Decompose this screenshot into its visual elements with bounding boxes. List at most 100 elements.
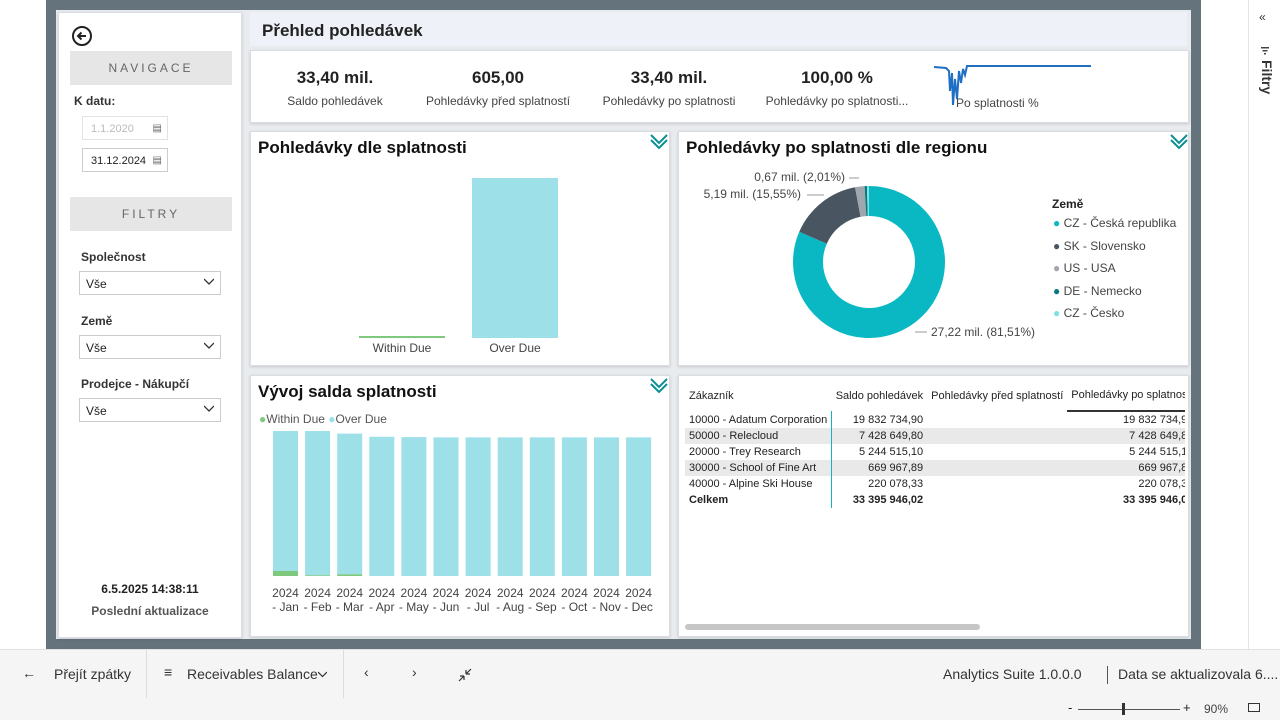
legend-item[interactable]: ● CZ - Česko — [1053, 306, 1188, 329]
chevron-down-icon[interactable] — [318, 671, 327, 678]
legend-label: DE - Nemecko — [1063, 283, 1142, 298]
table-row[interactable]: 20000 - Trey Research 5 244 515,10 5 244 5… — [685, 444, 1185, 460]
column-header[interactable]: Pohledávky po splatnos — [1067, 380, 1185, 412]
bar-over-due[interactable] — [401, 437, 427, 576]
table-row[interactable]: 40000 - Alpine Ski House 220 078,33 220 07… — [685, 476, 1185, 492]
zoom-in-button[interactable]: + — [1183, 700, 1191, 715]
table-row[interactable]: 50000 - Relecloud 7 428 649,80 7 428 649,8 — [685, 428, 1185, 444]
drill-down-icon[interactable] — [1170, 134, 1188, 150]
company-dropdown[interactable]: Vše — [79, 271, 221, 295]
legend-title: Země — [1052, 197, 1084, 211]
bar-over-due[interactable] — [433, 437, 459, 576]
customer-table: Zákazník Saldo pohledávek Pohledávky před … — [685, 380, 1185, 508]
filters-pane-collapsed[interactable]: « Filtry — [1248, 0, 1280, 649]
zoom-level: 90% — [1204, 702, 1229, 716]
chevron-down-icon — [204, 342, 214, 349]
legend-item[interactable]: ● CZ - Česká republika — [1053, 216, 1188, 239]
legend-label: US - USA — [1063, 261, 1116, 275]
calendar-icon[interactable]: ▤ — [153, 117, 162, 141]
balance-trend-chart[interactable]: 2024- Jan2024- Feb2024- Mar2024- Apr2024… — [251, 431, 669, 636]
expand-icon[interactable]: « — [1259, 10, 1266, 24]
bar-over-due[interactable] — [337, 433, 363, 575]
zoom-slider-handle[interactable] — [1122, 703, 1125, 715]
back-arrow-icon[interactable] — [71, 25, 93, 47]
seller-label: Prodejce - Nákupčí — [81, 377, 190, 391]
bar-1[interactable] — [472, 178, 558, 338]
chevron-down-icon — [204, 405, 214, 412]
legend-item[interactable]: ● SK - Slovensko — [1053, 239, 1188, 262]
seller-dropdown[interactable]: Vše — [79, 398, 221, 422]
zoom-slider[interactable] — [1078, 709, 1180, 710]
drill-down-icon[interactable] — [650, 378, 668, 394]
legend-within: Within Due — [266, 412, 325, 426]
customer-table-card: Zákazník Saldo pohledávek Pohledávky před … — [678, 375, 1189, 637]
table-row[interactable]: 30000 - School of Fine Art 669 967,89 669 … — [685, 460, 1185, 476]
kpi-value: 605,00 — [472, 68, 524, 87]
chart-title: Pohledávky po splatnosti dle regionu — [686, 138, 988, 157]
region-chart-card: Pohledávky po splatnosti dle regionu 27,… — [678, 131, 1189, 366]
x-tick-label: - May — [399, 600, 429, 614]
x-tick-label: - Oct — [561, 600, 588, 614]
bar-within-due[interactable] — [337, 574, 363, 576]
filters-header: FILTRY — [70, 197, 232, 231]
table-row[interactable]: 10000 - Adatum Corporation 19 832 734,90 1… — [685, 411, 1185, 428]
trend-legend: ●Within Due ●Over Due — [259, 412, 387, 426]
bar-0[interactable] — [359, 336, 445, 338]
status-bar: - + 90% — [0, 698, 1280, 720]
bottom-action-bar: ← Přejít zpátky ≡ Receivables Balance ‹ … — [0, 649, 1280, 699]
x-tick-label: 2024 — [433, 586, 460, 600]
region-donut-chart[interactable]: 27,22 mil. (81,51%) 5,19 mil. (15,55%) 0,6… — [679, 162, 1049, 362]
table-cell: 50000 - Relecloud — [685, 428, 833, 444]
country-dropdown[interactable]: Vše — [79, 335, 221, 359]
bar-over-due[interactable] — [594, 437, 619, 576]
date-to-input[interactable]: 31.12.2024 ▤ — [82, 148, 168, 172]
back-arrow-icon[interactable]: ← — [22, 665, 36, 681]
bar-over-due[interactable] — [369, 436, 395, 576]
table-cell — [927, 444, 1067, 460]
seller-value: Vše — [86, 404, 107, 418]
column-header[interactable]: Zákazník — [685, 380, 832, 411]
filters-label[interactable]: Filtry — [1255, 60, 1275, 100]
drill-down-icon[interactable] — [650, 134, 668, 150]
table-cell: 669 967,89 — [868, 462, 924, 474]
bar-over-due[interactable] — [305, 431, 331, 576]
x-tick-label: - Jul — [467, 600, 490, 614]
fit-page-icon[interactable] — [1248, 703, 1260, 712]
suite-version: Analytics Suite 1.0.0.0 — [943, 666, 1082, 682]
back-button[interactable]: Přejít zpátky — [54, 666, 131, 682]
due-status-bar-chart[interactable]: Within Due Over Due — [251, 162, 669, 362]
table-cell: 20000 - Trey Research — [685, 444, 833, 460]
bar-over-due[interactable] — [465, 437, 491, 576]
legend-item[interactable]: ● DE - Nemecko — [1053, 284, 1188, 307]
table-cell — [927, 411, 1067, 428]
kpi-value: 33,40 mil. — [296, 68, 374, 87]
horizontal-scrollbar[interactable] — [685, 624, 980, 630]
bar-over-due[interactable] — [626, 437, 652, 576]
bar-within-due[interactable] — [273, 570, 298, 576]
legend-item[interactable]: ● US - USA — [1053, 261, 1188, 284]
x-tick-label: 2024 — [336, 586, 363, 600]
legend-dot: ● — [1053, 306, 1064, 320]
bar-within-due[interactable] — [305, 575, 331, 576]
x-tick-label: 2024 — [593, 586, 620, 600]
x-tick-label: - Apr — [369, 600, 394, 614]
bar-over-due[interactable] — [497, 437, 523, 576]
column-header[interactable]: Saldo pohledávek — [832, 380, 927, 411]
bar-over-due[interactable] — [529, 437, 555, 576]
table-total-row[interactable]: Celkem 33 395 946,02 33 395 946,0 — [685, 492, 1185, 508]
data-label: 0,67 mil. (2,01%) — [754, 170, 845, 184]
calendar-icon[interactable]: ▤ — [153, 149, 162, 173]
x-tick-label: Within Due — [373, 341, 432, 355]
next-page-icon[interactable]: › — [412, 664, 417, 680]
bar-over-due[interactable] — [561, 437, 587, 576]
collapse-icon[interactable] — [458, 668, 472, 682]
zoom-out-button[interactable]: - — [1068, 700, 1072, 715]
report-selector[interactable]: Receivables Balance — [187, 666, 318, 682]
date-from-input[interactable]: 1.1.2020 ▤ — [82, 116, 168, 140]
date-from-value: 1.1.2020 — [91, 123, 134, 135]
bar-over-due[interactable] — [273, 431, 298, 571]
column-header[interactable]: Pohledávky před splatností — [927, 380, 1067, 411]
date-to-value: 31.12.2024 — [91, 155, 147, 167]
slice-1[interactable] — [799, 187, 861, 244]
previous-page-icon[interactable]: ‹ — [364, 664, 369, 680]
